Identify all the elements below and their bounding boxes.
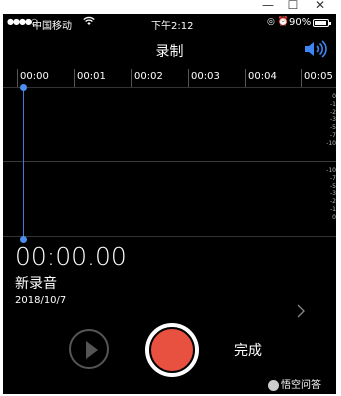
minimize-button[interactable]: — (258, 0, 278, 12)
db-label: -1 (330, 100, 336, 108)
record-button[interactable] (145, 323, 199, 377)
watermark-logo-icon (268, 379, 279, 391)
battery-icon (313, 19, 331, 27)
battery-percent: 90% (289, 17, 312, 28)
db-label: -10 (326, 167, 336, 174)
recording-date: 2018/10/7 (15, 295, 67, 306)
db-label: -5 (330, 124, 336, 132)
alarm-icon: ◎ ⏰ (267, 17, 289, 27)
play-icon (86, 341, 98, 359)
db-label: -1 (330, 205, 336, 213)
waveform-area[interactable]: 0 -1 -2 -3 -5 -7 -10 -10 -7 -5 -3 -2 -1 … (3, 88, 336, 238)
status-time: 下午2:12 (151, 21, 194, 32)
speaker-icon[interactable] (303, 39, 327, 59)
db-label: -3 (330, 116, 336, 124)
record-icon (149, 327, 195, 373)
timeline-tick (301, 69, 302, 87)
timeline-label: 00:02 (134, 71, 163, 82)
db-scale-upper: 0 -1 -2 -3 -5 -7 -10 (321, 93, 336, 148)
play-button[interactable] (69, 329, 109, 369)
timeline-tick (131, 69, 132, 87)
timeline-label: 00:03 (191, 71, 220, 82)
db-label: -7 (330, 174, 336, 182)
watermark-text: 悟空问答 (281, 380, 321, 391)
waveform-bottom-line (3, 236, 336, 237)
db-label: -3 (330, 190, 336, 198)
db-label: -2 (330, 198, 336, 206)
window-titlebar: — ☐ ✕ (0, 0, 341, 14)
db-label: -5 (330, 182, 336, 190)
timeline-label: 00:00 (20, 71, 49, 82)
timeline-label: 00:04 (248, 71, 277, 82)
carrier-name: 中国移动 (32, 21, 72, 32)
recording-name[interactable]: 新录音 (15, 273, 57, 293)
timeline-tick (245, 69, 246, 87)
wifi-icon (83, 16, 95, 29)
timeline-label: 00:05 (304, 71, 333, 82)
maximize-button[interactable]: ☐ (283, 0, 303, 12)
status-bar: ●●●●○ 中国移动 下午2:12 ◎ ⏰ 90% (3, 14, 336, 32)
waveform-center-line (3, 161, 336, 162)
timeline-ruler[interactable]: 00:00 00:01 00:02 00:03 00:04 00:05 (3, 69, 336, 89)
playhead[interactable] (23, 88, 24, 240)
timeline-label: 00:01 (77, 71, 106, 82)
watermark: 悟空问答 (268, 376, 321, 392)
db-label: 0 (332, 93, 336, 100)
timeline-tick (17, 69, 18, 87)
page-title: 录制 (155, 44, 184, 60)
chevron-right-icon[interactable] (297, 304, 306, 322)
db-scale-lower: -10 -7 -5 -3 -2 -1 0 (321, 167, 336, 222)
timeline-tick (188, 69, 189, 87)
db-label: -2 (330, 108, 336, 116)
db-label: -7 (330, 131, 336, 139)
window-border-right (336, 14, 341, 396)
db-label: -10 (326, 139, 336, 147)
elapsed-time: 00:00.00 (15, 242, 127, 271)
close-button[interactable]: ✕ (310, 0, 330, 12)
timeline-tick (74, 69, 75, 87)
done-button[interactable]: 完成 (234, 340, 262, 360)
db-label: 0 (332, 213, 336, 221)
phone-screen: ●●●●○ 中国移动 下午2:12 ◎ ⏰ 90% 录制 00:00 00:01… (3, 14, 336, 394)
playhead-top-handle[interactable] (20, 84, 27, 91)
